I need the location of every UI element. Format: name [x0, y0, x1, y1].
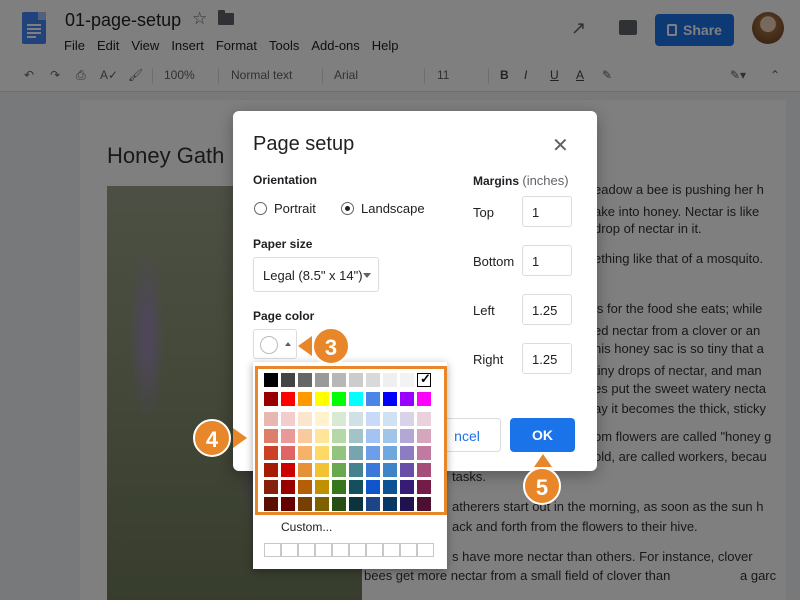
custom-color-slot[interactable]	[349, 543, 366, 557]
custom-color-slot[interactable]	[366, 543, 383, 557]
custom-color-slot[interactable]	[315, 543, 332, 557]
caret-up-icon	[285, 342, 291, 346]
portrait-radio[interactable]	[254, 202, 267, 215]
margin-bottom-label: Bottom	[473, 254, 515, 269]
palette-highlight-frame	[255, 366, 447, 515]
paper-size-select[interactable]: Legal (8.5" x 14")	[253, 257, 379, 292]
paper-size-label: Paper size	[253, 237, 313, 251]
custom-color-slot[interactable]	[383, 543, 400, 557]
margin-top-label: Top	[473, 205, 494, 220]
custom-color-slot[interactable]	[298, 543, 315, 557]
page-color-button[interactable]	[253, 329, 297, 359]
margin-top-input[interactable]: 1	[522, 196, 572, 227]
margin-right-input[interactable]: 1.25	[522, 343, 572, 374]
callout-5-pointer	[534, 454, 552, 467]
page-color-label: Page color	[253, 309, 315, 323]
margins-unit: (inches)	[522, 173, 569, 188]
close-icon[interactable]: ✕	[552, 133, 569, 158]
custom-color-slot[interactable]	[400, 543, 417, 557]
custom-color-option[interactable]: Custom...	[281, 520, 332, 534]
page-color-swatch	[260, 336, 278, 354]
callout-step-5: 5	[523, 467, 561, 505]
callout-step-3: 3	[312, 327, 350, 365]
callout-step-4: 4	[193, 419, 231, 457]
custom-color-slots	[264, 543, 434, 557]
margin-left-label: Left	[473, 303, 495, 318]
callout-3-pointer	[298, 336, 312, 356]
custom-color-slot[interactable]	[332, 543, 349, 557]
portrait-label[interactable]: Portrait	[274, 201, 316, 216]
margins-title: Margins	[473, 174, 520, 188]
callout-4-pointer	[233, 428, 247, 448]
chevron-down-icon	[363, 273, 371, 278]
custom-color-slot[interactable]	[417, 543, 434, 557]
custom-color-slot[interactable]	[264, 543, 281, 557]
paper-size-value: Legal (8.5" x 14")	[263, 268, 363, 283]
orientation-label: Orientation	[253, 173, 318, 187]
landscape-label[interactable]: Landscape	[361, 201, 425, 216]
margins-label: Margins (inches)	[473, 173, 569, 188]
ok-button[interactable]: OK	[510, 418, 575, 452]
margin-left-input[interactable]: 1.25	[522, 294, 572, 325]
dialog-title: Page setup	[253, 133, 355, 155]
custom-color-slot[interactable]	[281, 543, 298, 557]
landscape-radio[interactable]	[341, 202, 354, 215]
margin-bottom-input[interactable]: 1	[522, 245, 572, 276]
margin-right-label: Right	[473, 352, 504, 367]
